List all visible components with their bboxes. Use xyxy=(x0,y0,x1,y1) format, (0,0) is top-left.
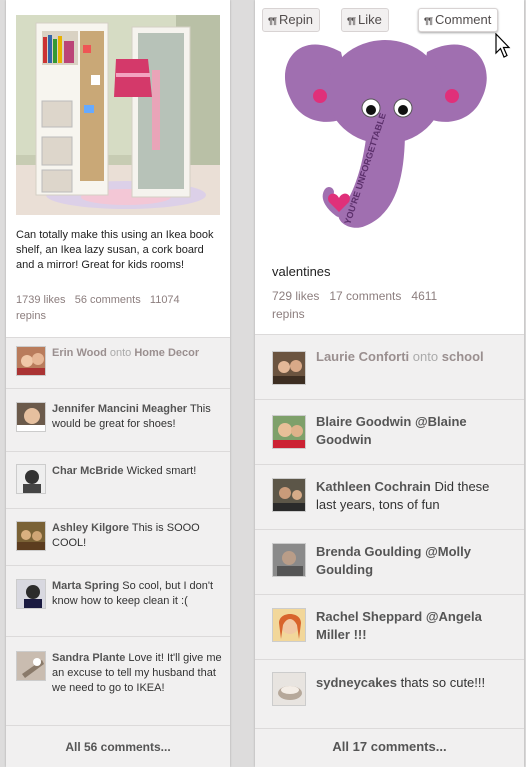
commenter-name[interactable]: sydneycakes xyxy=(316,675,397,690)
commenter-name[interactable]: Sandra Plante xyxy=(52,652,125,664)
pin-icon: ¶¶ xyxy=(347,16,356,26)
pin-stats-line: repins xyxy=(272,307,305,321)
comment-text: Marta Spring So cool, but I don't know h… xyxy=(52,579,222,609)
commenter-name[interactable]: Char McBride xyxy=(52,465,124,477)
comment-text: Ashley Kilgore This is SOOO COOL! xyxy=(52,521,222,551)
comment-item: sydneycakes thats so cute!!! xyxy=(255,659,524,728)
comment-item: Blaire Goodwin @Blaine Goodwin xyxy=(255,399,524,464)
avatar[interactable] xyxy=(272,543,306,577)
pin-card-right: YOU'RE UNFORGETTABLE ¶¶ Repin ¶¶ Like ¶¶ Co… xyxy=(255,0,524,767)
pin-stats-line: 729 likes 17 comments 4611 xyxy=(272,289,438,303)
avatar[interactable] xyxy=(16,464,46,494)
repin-button[interactable]: ¶¶ Repin xyxy=(262,8,320,32)
pin-card-left: Can totally make this using an Ikea book… xyxy=(6,0,230,767)
pin-description: valentines xyxy=(272,264,331,279)
comment-text: sydneycakes thats so cute!!! xyxy=(316,674,506,692)
pin-description: Can totally make this using an Ikea book… xyxy=(16,229,214,271)
avatar[interactable] xyxy=(16,579,46,609)
comment-text: Erin Wood onto Home Decor xyxy=(52,346,222,361)
avatar-image xyxy=(273,609,305,641)
avatar-image xyxy=(273,416,305,448)
avatar-image xyxy=(17,580,45,608)
avatar[interactable] xyxy=(272,672,306,706)
comment-item: Ashley Kilgore This is SOOO COOL! xyxy=(6,508,230,565)
avatar-image xyxy=(273,479,305,511)
pin-image-elephant[interactable]: YOU'RE UNFORGETTABLE xyxy=(255,0,524,255)
all-comments-row: All 56 comments... xyxy=(6,725,230,767)
avatar[interactable] xyxy=(16,402,46,432)
commenter-name[interactable]: Laurie Conforti xyxy=(316,349,409,364)
avatar[interactable] xyxy=(16,651,46,681)
avatar-image xyxy=(273,544,305,576)
comment-text: Rachel Sheppard @Angela Miller !!! xyxy=(316,608,506,644)
comment-item: Brenda Goulding @Molly Goulding xyxy=(255,529,524,594)
avatar-image xyxy=(273,673,305,705)
comment-text: Laurie Conforti onto school xyxy=(316,348,506,366)
commenter-name[interactable]: Blaire Goodwin xyxy=(316,414,411,429)
avatar[interactable] xyxy=(16,521,46,551)
avatar-image xyxy=(273,352,305,384)
comments-list: Laurie Conforti onto school Blaire Goodw… xyxy=(255,334,524,767)
comment-item: Char McBride Wicked smart! xyxy=(6,451,230,508)
avatar-image xyxy=(17,403,45,431)
avatar-image xyxy=(17,652,45,680)
comment-body: Wicked smart! xyxy=(126,465,197,477)
comment-connector: onto xyxy=(109,347,132,359)
comment-item: Kathleen Cochrain Did these last years, … xyxy=(255,464,524,529)
commenter-name[interactable]: Ashley Kilgore xyxy=(52,522,129,534)
commenter-name[interactable]: Erin Wood xyxy=(52,347,107,359)
avatar[interactable] xyxy=(272,415,306,449)
comment-text: Sandra Plante Love it! It'll give me an … xyxy=(52,651,222,696)
comment-item: Erin Wood onto Home Decor xyxy=(6,337,230,388)
comment-text: Char McBride Wicked smart! xyxy=(52,464,222,479)
board-link[interactable]: Home Decor xyxy=(134,347,199,359)
avatar-image xyxy=(17,522,45,550)
avatar[interactable] xyxy=(272,608,306,642)
comment-connector: onto xyxy=(412,349,439,364)
comment-item: Laurie Conforti onto school xyxy=(255,334,524,399)
commenter-name[interactable]: Jennifer Mancini Meagher xyxy=(52,403,187,415)
avatar-image xyxy=(17,465,45,493)
commenter-name[interactable]: Marta Spring xyxy=(52,580,119,592)
like-label: Like xyxy=(358,12,382,27)
comment-item: Jennifer Mancini Meagher This would be g… xyxy=(6,388,230,451)
comments-list: Erin Wood onto Home Decor Jennifer Manci… xyxy=(6,337,230,767)
pin-image-bookshelf[interactable] xyxy=(16,15,220,215)
avatar-image xyxy=(17,347,45,375)
comment-button[interactable]: ¶¶ Comment xyxy=(418,8,499,32)
pin-stats-line: 1739 likes 56 comments 11074 xyxy=(16,294,180,306)
pin-stats-line: repins xyxy=(16,310,46,322)
pin-icon: ¶¶ xyxy=(268,16,277,26)
comment-item: Rachel Sheppard @Angela Miller !!! xyxy=(255,594,524,659)
bookshelf-photo xyxy=(16,15,220,215)
comment-text: Blaire Goodwin @Blaine Goodwin xyxy=(316,413,506,449)
like-button[interactable]: ¶¶ Like xyxy=(341,8,389,32)
all-comments-row: All 17 comments... xyxy=(255,728,524,767)
comment-item: Marta Spring So cool, but I don't know h… xyxy=(6,565,230,636)
commenter-name[interactable]: Brenda Goulding xyxy=(316,544,421,559)
avatar[interactable] xyxy=(272,478,306,512)
commenter-name[interactable]: Rachel Sheppard xyxy=(316,609,422,624)
comment-body: thats so cute!!! xyxy=(400,675,486,690)
all-comments-link[interactable]: All 56 comments... xyxy=(6,740,230,754)
avatar[interactable] xyxy=(272,351,306,385)
avatar[interactable] xyxy=(16,346,46,376)
mouse-cursor-icon xyxy=(495,33,511,58)
pin-stats: 729 likes 17 comments 4611 repins xyxy=(272,287,512,323)
commenter-name[interactable]: Kathleen Cochrain xyxy=(316,479,431,494)
elephant-card-image: YOU'RE UNFORGETTABLE xyxy=(284,40,487,228)
pin-icon: ¶¶ xyxy=(424,16,433,26)
board-link[interactable]: school xyxy=(442,349,484,364)
comment-text: Jennifer Mancini Meagher This would be g… xyxy=(52,402,222,432)
comment-text: Kathleen Cochrain Did these last years, … xyxy=(316,478,506,514)
comment-item: Sandra Plante Love it! It'll give me an … xyxy=(6,636,230,725)
comment-text: Brenda Goulding @Molly Goulding xyxy=(316,543,506,579)
all-comments-link[interactable]: All 17 comments... xyxy=(255,739,524,754)
comment-label: Comment xyxy=(435,12,492,27)
repin-label: Repin xyxy=(279,12,313,27)
pin-stats: 1739 likes 56 comments 11074 repins xyxy=(16,292,220,324)
